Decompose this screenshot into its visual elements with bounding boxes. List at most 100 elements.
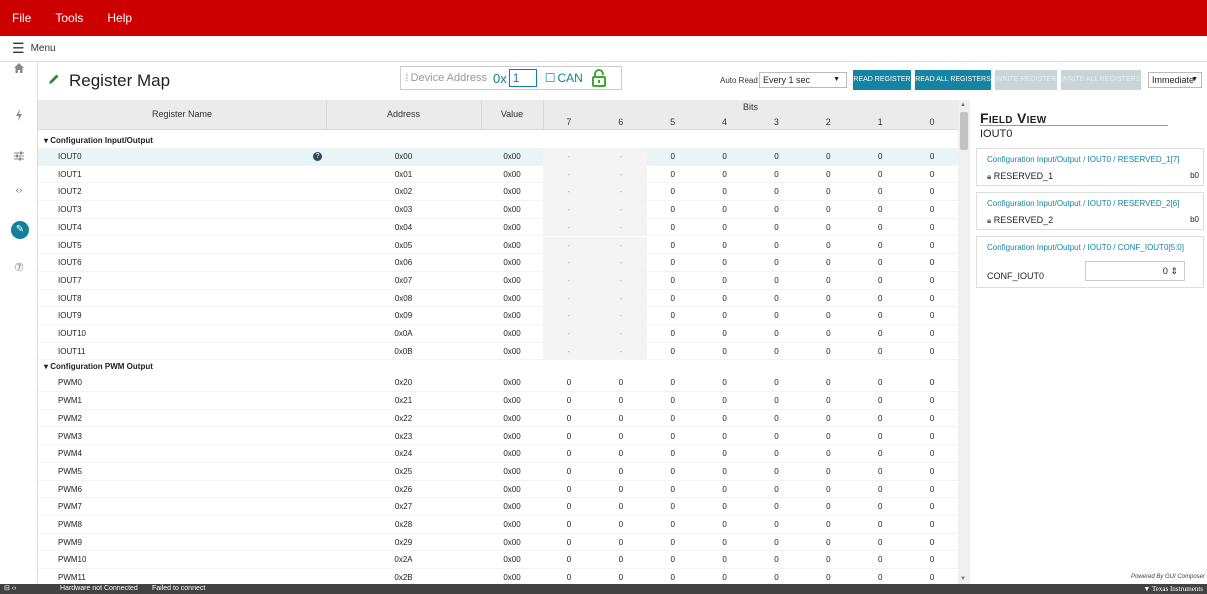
table-row[interactable]: PWM2 0x22 0x00 0 0 0 0 0 0 0 0 <box>38 410 958 428</box>
write-register-button[interactable]: WRITE REGISTER <box>995 70 1057 90</box>
bit-cell[interactable]: 0 <box>699 272 751 289</box>
bit-cell[interactable]: 0 <box>595 463 647 480</box>
bit-cell[interactable]: 0 <box>699 254 751 271</box>
code-icon[interactable]: ‹› <box>0 185 38 196</box>
bit-cell[interactable]: 0 <box>751 219 803 236</box>
bit-cell[interactable]: 0 <box>699 445 751 462</box>
bit-cell[interactable]: 0 <box>647 343 699 360</box>
bit-cell[interactable]: 0 <box>751 498 803 515</box>
bit-cell[interactable]: 0 <box>906 343 958 360</box>
group-header[interactable]: ▾ Configuration PWM Output <box>38 360 958 374</box>
bit-cell[interactable]: 0 <box>647 307 699 324</box>
bit-cell[interactable]: 0 <box>854 254 906 271</box>
bit-cell[interactable]: 0 <box>906 272 958 289</box>
table-row[interactable]: PWM8 0x28 0x00 0 0 0 0 0 0 0 0 <box>38 516 958 534</box>
bit-cell[interactable]: 0 <box>751 272 803 289</box>
bit-cell[interactable]: 0 <box>699 166 751 183</box>
bit-cell[interactable]: 0 <box>906 428 958 445</box>
bit-cell[interactable]: 0 <box>595 392 647 409</box>
bit-cell[interactable]: 0 <box>647 428 699 445</box>
menu-help[interactable]: Help <box>107 11 132 25</box>
bit-cell[interactable]: 0 <box>802 534 854 551</box>
bit-cell[interactable]: 0 <box>802 237 854 254</box>
bit-cell[interactable]: 0 <box>802 481 854 498</box>
bit-cell[interactable]: 0 <box>647 290 699 307</box>
conf-iout0-spinner[interactable]: 0 ⇕ <box>1085 261 1185 281</box>
bit-cell[interactable]: 0 <box>906 410 958 427</box>
bit-cell[interactable]: 0 <box>699 463 751 480</box>
auto-read-select[interactable]: Every 1 sec ▼ <box>759 72 847 88</box>
bit-cell[interactable]: 0 <box>751 551 803 568</box>
bit-cell[interactable]: 0 <box>802 272 854 289</box>
bit-cell[interactable]: 0 <box>802 551 854 568</box>
table-row[interactable]: IOUT4 0x04 0x00- -0 0 0 0 0 0 <box>38 218 958 237</box>
bit-cell[interactable]: 0 <box>699 481 751 498</box>
bit-cell[interactable]: 0 <box>647 148 699 165</box>
bit-cell[interactable]: 0 <box>854 374 906 391</box>
bit-cell[interactable]: 0 <box>906 551 958 568</box>
bit-cell[interactable]: 0 <box>647 534 699 551</box>
bit-cell[interactable]: 0 <box>543 392 595 409</box>
bit-cell[interactable]: 0 <box>595 374 647 391</box>
bit-cell[interactable]: 0 <box>906 498 958 515</box>
bit-cell[interactable]: 0 <box>906 201 958 218</box>
write-mode-select[interactable]: Immediate ▼ <box>1148 72 1202 88</box>
bit-cell[interactable]: 0 <box>854 445 906 462</box>
connection-icon[interactable]: ⊟ ‹› <box>4 584 16 594</box>
bit-cell[interactable]: 0 <box>647 254 699 271</box>
bit-cell[interactable]: 0 <box>647 516 699 533</box>
bit-cell[interactable]: 0 <box>751 254 803 271</box>
read-all-registers-button[interactable]: READ ALL REGISTERS <box>915 70 991 90</box>
bit-cell[interactable]: 0 <box>751 392 803 409</box>
bit-cell[interactable]: 0 <box>906 290 958 307</box>
bit-cell[interactable]: 0 <box>802 392 854 409</box>
sliders-icon[interactable] <box>0 150 38 165</box>
bit-cell[interactable]: 0 <box>854 237 906 254</box>
bit-cell[interactable]: 0 <box>906 392 958 409</box>
device-address-input[interactable] <box>508 69 537 87</box>
table-row[interactable]: IOUT3 0x03 0x00- -0 0 0 0 0 0 <box>38 201 958 219</box>
bit-cell[interactable]: 0 <box>854 498 906 515</box>
bit-cell[interactable]: 0 <box>751 463 803 480</box>
bit-cell[interactable]: 0 <box>699 534 751 551</box>
write-all-registers-button[interactable]: WRITE ALL REGISTERS <box>1061 70 1141 90</box>
table-row[interactable]: PWM5 0x25 0x00 0 0 0 0 0 0 0 0 <box>38 463 958 481</box>
bit-cell[interactable]: 0 <box>543 569 595 584</box>
bit-cell[interactable]: 0 <box>647 325 699 342</box>
bit-cell[interactable]: 0 <box>751 201 803 218</box>
table-row[interactable]: IOUT1 0x01 0x00- -0 0 0 0 0 0 <box>38 165 958 184</box>
home-icon[interactable] <box>0 62 38 77</box>
bit-cell[interactable]: 0 <box>854 290 906 307</box>
bit-cell[interactable]: 0 <box>802 374 854 391</box>
bit-cell[interactable]: 0 <box>802 445 854 462</box>
scroll-down-icon[interactable]: ▼ <box>960 576 966 582</box>
bit-cell[interactable]: 0 <box>699 343 751 360</box>
bit-cell[interactable]: 0 <box>647 481 699 498</box>
bit-cell[interactable]: 0 <box>802 498 854 515</box>
bit-cell[interactable]: 0 <box>854 201 906 218</box>
bit-cell[interactable]: 0 <box>699 392 751 409</box>
bit-cell[interactable]: 0 <box>802 148 854 165</box>
bit-cell[interactable]: 0 <box>802 410 854 427</box>
bit-cell[interactable]: 0 <box>699 237 751 254</box>
bit-cell[interactable]: 0 <box>699 183 751 200</box>
table-row[interactable]: PWM11 0x2B 0x00 0 0 0 0 0 0 0 0 <box>38 569 958 584</box>
bit-cell[interactable]: 0 <box>906 534 958 551</box>
bit-cell[interactable]: 0 <box>854 272 906 289</box>
table-row[interactable]: IOUT6 0x06 0x00- -0 0 0 0 0 0 <box>38 254 958 272</box>
bit-cell[interactable]: 0 <box>854 569 906 584</box>
bit-cell[interactable]: 0 <box>647 498 699 515</box>
bit-cell[interactable]: 0 <box>751 237 803 254</box>
bit-cell[interactable]: 0 <box>854 307 906 324</box>
bit-cell[interactable]: 0 <box>595 569 647 584</box>
bit-cell[interactable]: 0 <box>751 569 803 584</box>
bit-cell[interactable]: 0 <box>906 148 958 165</box>
table-row[interactable]: IOUT9 0x09 0x00- -0 0 0 0 0 0 <box>38 307 958 325</box>
bit-cell[interactable]: 0 <box>802 516 854 533</box>
read-register-button[interactable]: READ REGISTER <box>853 70 911 90</box>
bit-cell[interactable]: 0 <box>647 463 699 480</box>
bit-cell[interactable]: 0 <box>543 463 595 480</box>
table-row[interactable]: IOUT0 0x00 0x00- -0 0 0 0 0 0? <box>38 148 958 166</box>
table-row[interactable]: PWM4 0x24 0x00 0 0 0 0 0 0 0 0 <box>38 445 958 463</box>
bit-cell[interactable]: 0 <box>543 498 595 515</box>
